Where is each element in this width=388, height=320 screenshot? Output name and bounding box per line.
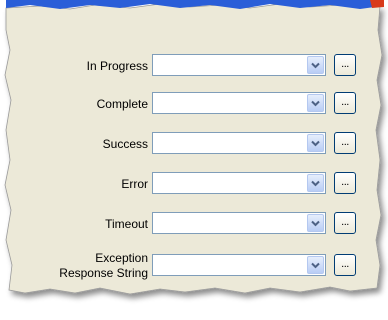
dropdown-button[interactable] <box>307 134 324 152</box>
field-row-error: Error... <box>0 172 388 196</box>
chevron-down-icon <box>311 262 320 268</box>
torn-screenshot: In Progress... Complete... Success... Error… <box>0 0 388 320</box>
browse-button[interactable]: ... <box>334 172 356 194</box>
combo-error[interactable] <box>152 172 326 194</box>
chevron-down-icon <box>311 180 320 186</box>
combo-exception-response-string[interactable] <box>152 254 326 276</box>
field-row-in-progress: In Progress... <box>0 54 388 78</box>
combo-timeout[interactable] <box>152 212 326 234</box>
field-label: Error <box>121 177 148 191</box>
combo-complete[interactable] <box>152 92 326 114</box>
field-label: Exception Response String <box>59 251 148 280</box>
dropdown-button[interactable] <box>307 214 324 232</box>
field-label: In Progress <box>86 59 148 73</box>
dropdown-button[interactable] <box>307 94 324 112</box>
browse-button[interactable]: ... <box>334 254 356 276</box>
field-row-success: Success... <box>0 132 388 156</box>
browse-button[interactable]: ... <box>334 54 356 76</box>
dropdown-button[interactable] <box>307 256 324 274</box>
dropdown-button[interactable] <box>307 56 324 74</box>
browse-button[interactable]: ... <box>334 132 356 154</box>
event-handlers-form: In Progress... Complete... Success... Error… <box>0 0 388 320</box>
combo-in-progress[interactable] <box>152 54 326 76</box>
browse-button[interactable]: ... <box>334 92 356 114</box>
browse-button[interactable]: ... <box>334 212 356 234</box>
combo-success[interactable] <box>152 132 326 154</box>
chevron-down-icon <box>311 62 320 68</box>
chevron-down-icon <box>311 220 320 226</box>
field-label: Success <box>102 137 148 151</box>
field-label: Complete <box>96 97 148 111</box>
field-row-complete: Complete... <box>0 92 388 116</box>
dropdown-button[interactable] <box>307 174 324 192</box>
chevron-down-icon <box>311 100 320 106</box>
field-label: Timeout <box>105 217 148 231</box>
field-row-timeout: Timeout... <box>0 212 388 236</box>
chevron-down-icon <box>311 140 320 146</box>
field-row-exception-response-string: Exception Response String... <box>0 251 388 280</box>
